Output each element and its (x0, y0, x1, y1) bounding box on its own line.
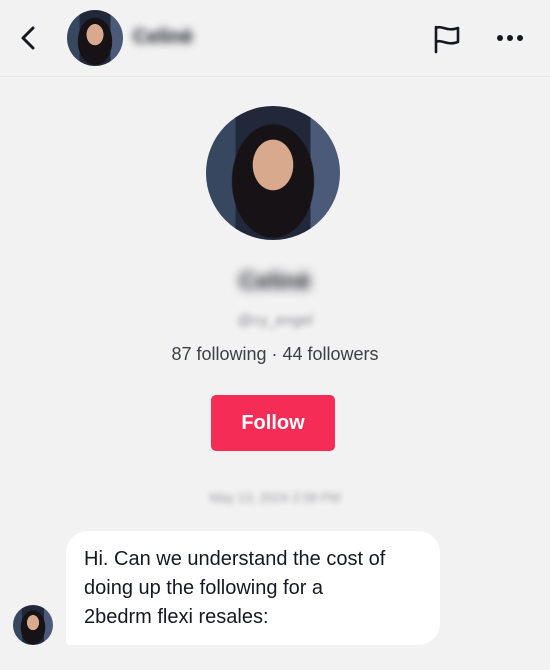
flag-icon (434, 25, 460, 54)
report-button[interactable] (430, 22, 464, 56)
profile-avatar[interactable] (206, 106, 340, 240)
back-button[interactable] (14, 22, 42, 54)
chevron-left-icon (21, 26, 35, 50)
message-line: Hi. Can we understand the cost of (84, 548, 386, 570)
header-username[interactable]: Celinè (133, 26, 193, 49)
follow-stats: 87 following · 44 followers (171, 344, 379, 364)
message-timestamp: May 13, 2024 2:58 PM (209, 490, 341, 505)
header-avatar[interactable] (67, 10, 123, 66)
follow-button[interactable]: Follow (211, 395, 335, 451)
message-line: 2bedrm flexi resales: (84, 606, 269, 628)
message-bubble[interactable]: Hi. Can we understand the cost of doing … (66, 531, 440, 645)
chat-header: Celinè (0, 0, 550, 77)
sender-avatar[interactable] (13, 605, 53, 645)
profile-handle: @cy_engel (237, 312, 313, 329)
message-line: doing up the following for a (84, 577, 324, 599)
more-horizontal-icon (497, 35, 523, 41)
more-options-button[interactable] (494, 24, 526, 52)
profile-name: Celinè (238, 268, 312, 295)
